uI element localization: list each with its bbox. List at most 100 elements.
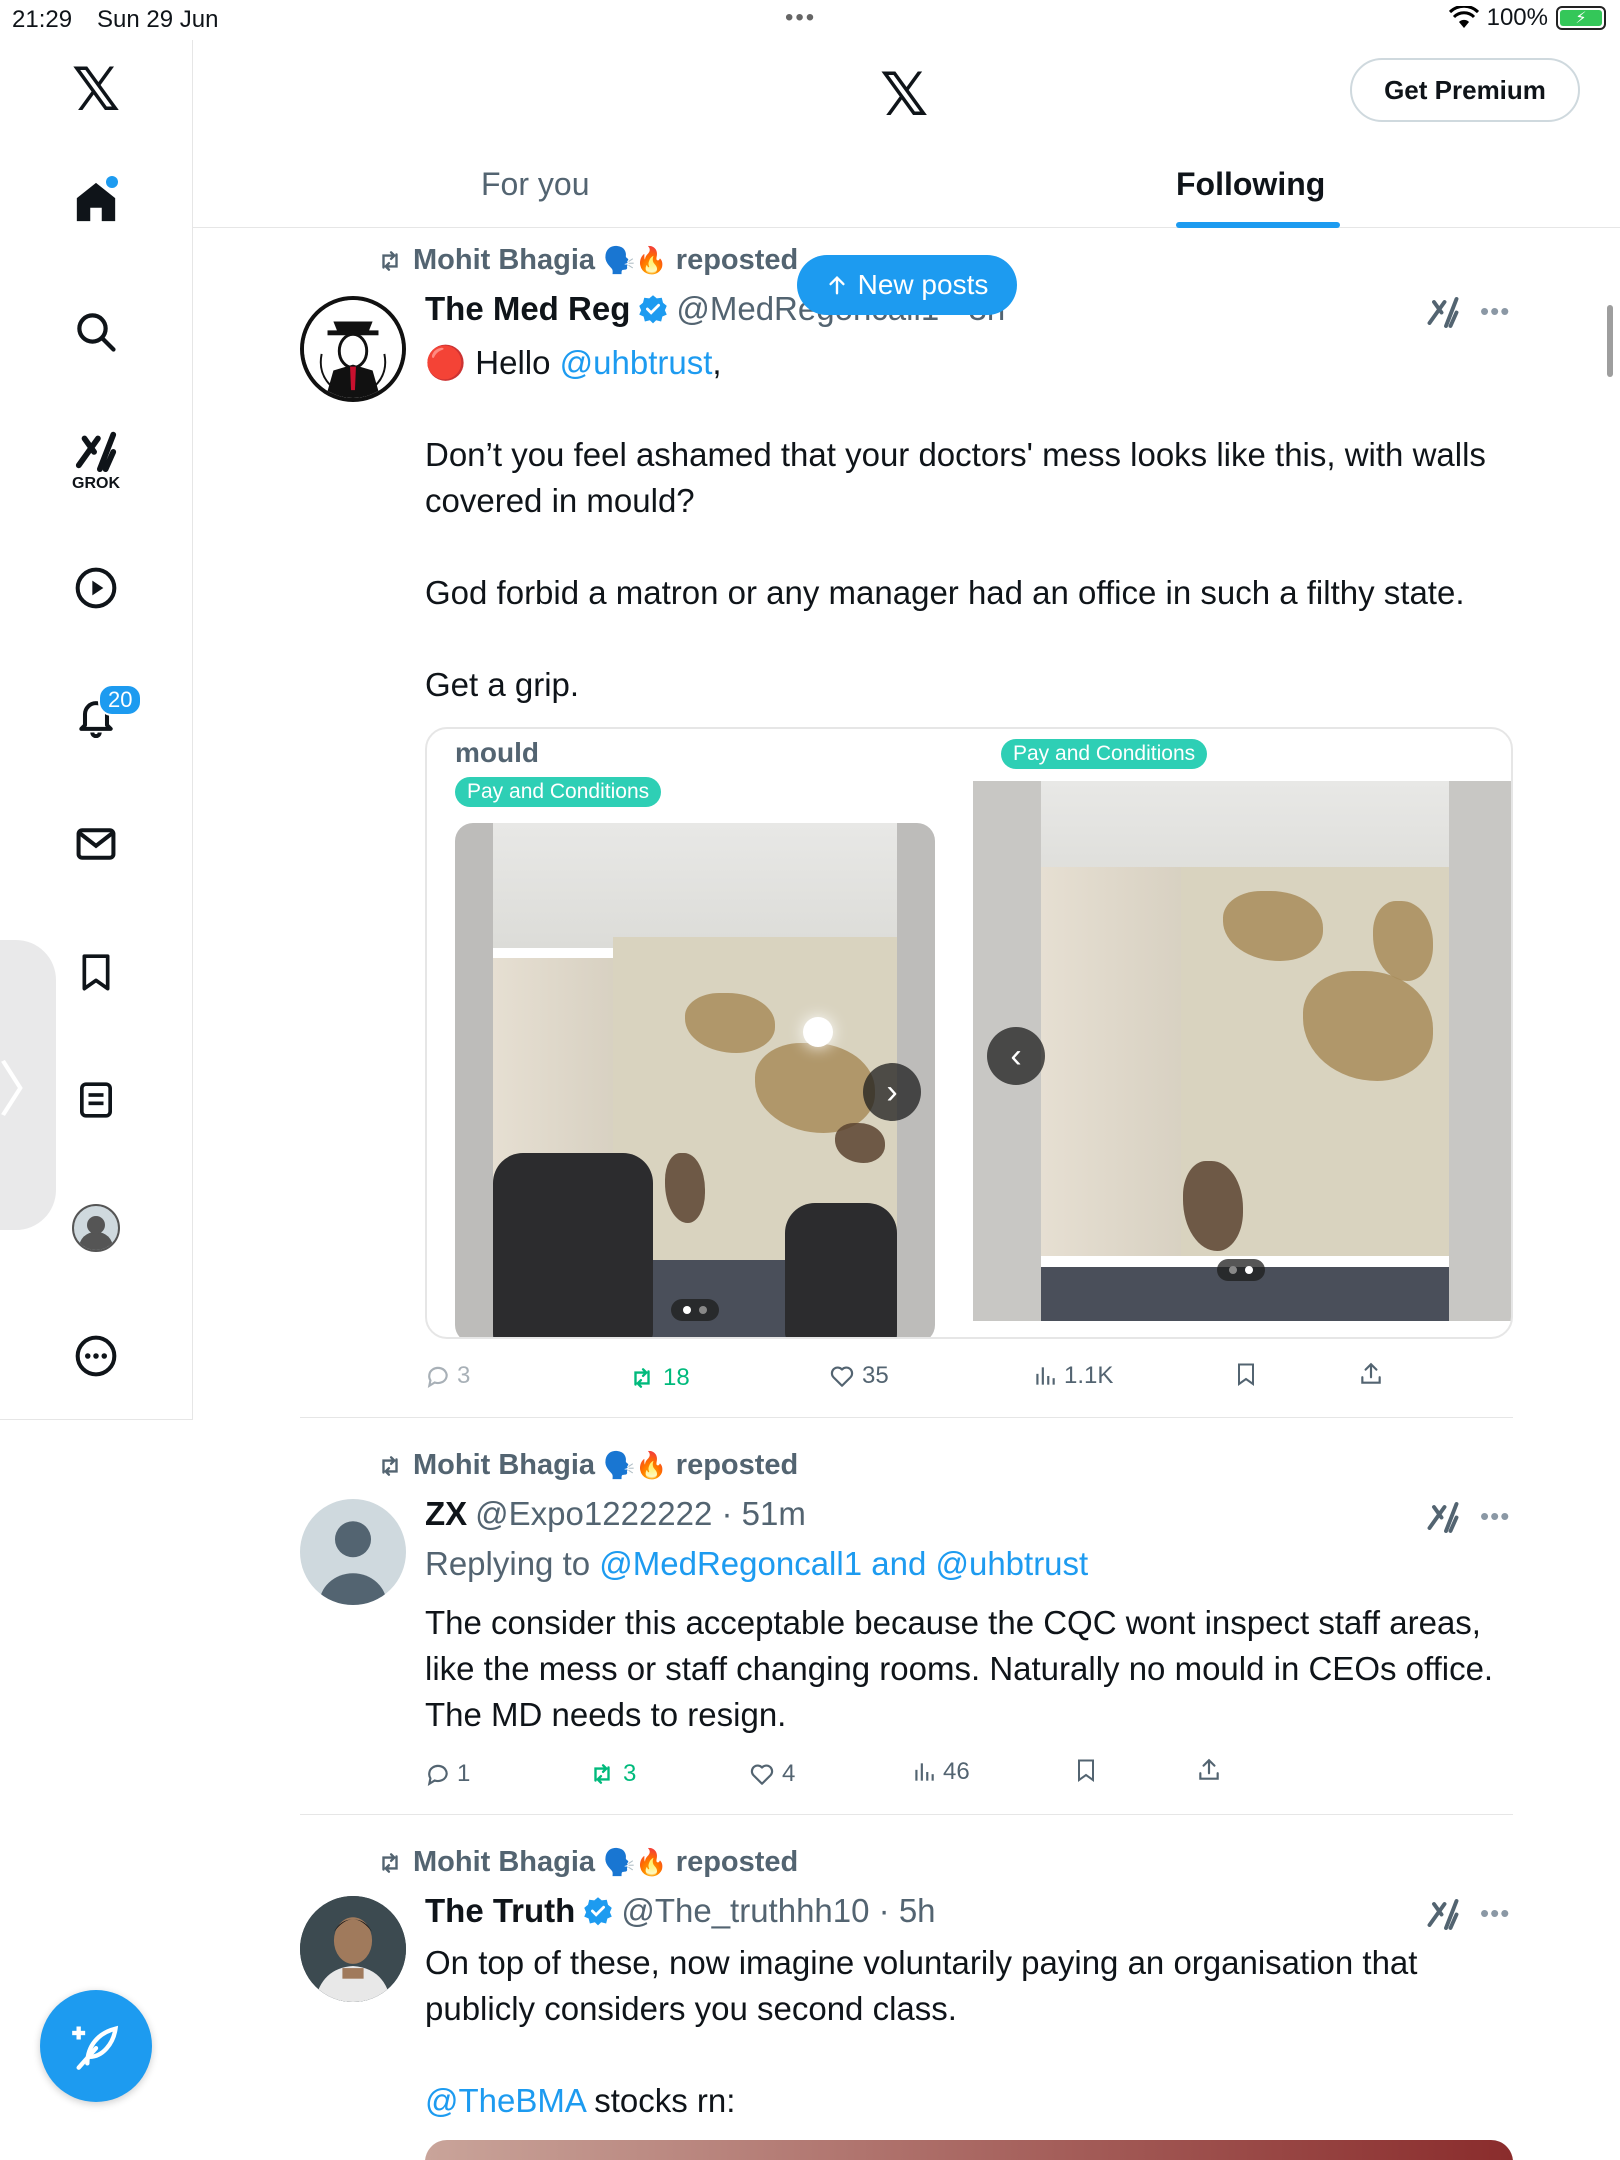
compose-feather-icon (72, 2025, 119, 2070)
grok-explain-icon[interactable] (1425, 1894, 1461, 1941)
views-button[interactable]: 1.1K (1032, 1362, 1113, 1390)
author-name[interactable]: The Truth (425, 1892, 575, 1930)
reply-mentions[interactable]: @MedRegoncall1 and @uhbtrust (599, 1545, 1088, 1582)
repost-emojis: 🗣️🔥 (603, 1450, 668, 1481)
default-avatar-icon (319, 1521, 387, 1605)
chevron-right-icon: 〉 (0, 1056, 58, 1124)
repost-icon (382, 250, 398, 271)
post-media-preview[interactable] (425, 2140, 1513, 2160)
author-handle[interactable]: @Expo1222222 · 51m (475, 1495, 806, 1533)
like-button[interactable]: 4 (748, 1760, 795, 1788)
bookmark-button[interactable] (1234, 1360, 1258, 1388)
tab-for-you[interactable]: For you (481, 140, 589, 228)
lists-icon (80, 1082, 112, 1118)
share-icon (1361, 1362, 1381, 1384)
repost-button[interactable]: 18 (627, 1364, 690, 1392)
bookmark-icon (1078, 1759, 1094, 1782)
author-avatar[interactable] (300, 296, 406, 402)
post-3[interactable]: Mohit Bhagia 🗣️🔥 reposted The Truth @The… (300, 1842, 1513, 2160)
x-logo-header: 𝕏 (880, 60, 929, 130)
new-posts-pill[interactable]: New posts (797, 255, 1017, 315)
grok-explain-icon[interactable] (1425, 292, 1461, 339)
repost-emojis: 🗣️🔥 (603, 1847, 668, 1878)
side-panel-handle[interactable]: 〉 (0, 940, 58, 1230)
man-portrait-avatar (300, 1896, 406, 2002)
notifications-badge: 20 (98, 684, 143, 716)
reply-button[interactable]: 1 (425, 1760, 470, 1788)
nav-profile[interactable] (56, 1188, 136, 1268)
x-logo-nav[interactable]: 𝕏 (56, 50, 136, 130)
media-tag: Pay and Conditions (1001, 739, 1208, 769)
tab-following[interactable]: Following (1176, 140, 1325, 228)
mention-link[interactable]: @TheBMA (425, 2082, 585, 2119)
carousel-dots (671, 1299, 719, 1321)
share-button[interactable] (1358, 1360, 1384, 1388)
mail-icon (76, 828, 116, 860)
author-handle[interactable]: @The_truthhh10 · 5h (621, 1892, 935, 1930)
author-name[interactable]: ZX (425, 1495, 467, 1533)
repost-header: Mohit Bhagia 🗣️🔥 reposted (375, 1449, 798, 1482)
multitask-dots[interactable]: ••• (785, 4, 816, 32)
post-paragraph: God forbid a matron or any manager had a… (425, 574, 1465, 611)
compose-post-button[interactable] (40, 1990, 152, 2102)
bookmark-icon (82, 954, 110, 991)
repost-user[interactable]: Mohit Bhagia (413, 1449, 595, 1482)
post-divider (300, 1814, 1513, 1815)
post-2[interactable]: Mohit Bhagia 🗣️🔥 reposted ZX @Expo122222… (300, 1445, 1513, 1785)
views-chart-icon (915, 1763, 934, 1781)
nav-search[interactable] (56, 292, 136, 372)
like-button[interactable]: 35 (828, 1362, 889, 1390)
author-line: ZX @Expo1222222 · 51m (425, 1495, 806, 1533)
nav-lists[interactable] (56, 1060, 136, 1140)
post-paragraph: The consider this acceptable because the… (425, 1604, 1494, 1733)
author-name[interactable]: The Med Reg (425, 290, 630, 328)
nav-grok[interactable]: GROK (56, 420, 136, 500)
grok-explain-icon[interactable] (1425, 1497, 1461, 1544)
repost-user[interactable]: Mohit Bhagia (413, 244, 595, 277)
reply-icon (427, 1764, 448, 1786)
scrollbar[interactable] (1607, 305, 1613, 377)
carousel-prev-button[interactable]: ‹ (987, 1027, 1045, 1085)
repost-header: Mohit Bhagia 🗣️🔥 reposted (375, 244, 798, 277)
nav-videos[interactable] (56, 548, 136, 628)
carousel-next-button[interactable]: › (863, 1063, 921, 1121)
nav-more[interactable] (56, 1316, 136, 1396)
nav-messages[interactable] (56, 804, 136, 884)
mould-photo-2[interactable]: ‹ (973, 781, 1511, 1321)
get-premium-button[interactable]: Get Premium (1350, 58, 1580, 122)
view-count: 1.1K (1064, 1362, 1114, 1389)
hello-suffix: , (712, 344, 722, 381)
status-time: 21:29 (12, 6, 73, 33)
verified-badge-icon (639, 295, 668, 324)
wifi-icon (1448, 6, 1479, 28)
nav-home[interactable] (56, 162, 136, 242)
repost-user[interactable]: Mohit Bhagia (413, 1846, 595, 1879)
author-avatar[interactable] (300, 1499, 406, 1605)
nav-bookmarks[interactable] (56, 932, 136, 1012)
post-divider (300, 1417, 1513, 1418)
grok-label: GROK (72, 475, 120, 492)
mention-link[interactable]: @uhbtrust (560, 344, 713, 381)
author-line: The Truth @The_truthhh10 · 5h (425, 1892, 936, 1930)
home-unread-dot (106, 176, 118, 188)
post-more-icon[interactable]: ••• (1480, 1501, 1510, 1532)
post-more-icon[interactable]: ••• (1480, 1898, 1510, 1929)
reply-prefix: Replying to (425, 1545, 600, 1582)
media-carousel[interactable]: mould Pay and Conditions Pay and Conditi… (425, 727, 1513, 1339)
share-button[interactable] (1196, 1756, 1222, 1784)
search-icon (77, 313, 116, 352)
author-avatar[interactable] (300, 1896, 406, 2002)
grok-icon (75, 431, 117, 473)
nav-notifications[interactable]: 20 (56, 676, 143, 756)
views-button[interactable]: 46 (911, 1758, 970, 1786)
repost-header: Mohit Bhagia 🗣️🔥 reposted (375, 1846, 798, 1879)
repost-button[interactable]: 3 (587, 1760, 636, 1788)
bookmark-button[interactable] (1074, 1756, 1098, 1784)
mould-photo-1[interactable]: › (455, 823, 935, 1337)
media-title: mould (455, 737, 539, 768)
reply-button[interactable]: 3 (425, 1362, 470, 1390)
repost-suffix: reposted (675, 1449, 799, 1481)
post-more-icon[interactable]: ••• (1480, 296, 1510, 327)
x-logo-icon: 𝕏 (71, 55, 121, 125)
post-text: On top of these, now imagine voluntarily… (425, 1940, 1505, 2124)
